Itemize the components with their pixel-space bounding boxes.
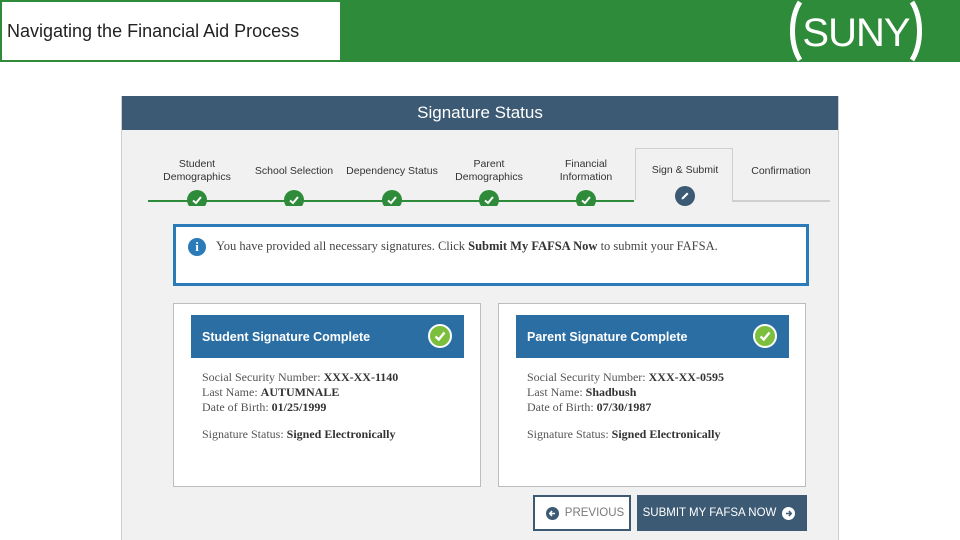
step-sign-submit[interactable]: Sign & Submit [635, 148, 733, 206]
info-icon: i [188, 238, 206, 256]
step-label: Confirmation [751, 165, 811, 177]
student-signature-heading: Student Signature Complete [202, 329, 371, 344]
slide-title-box: Navigating the Financial Aid Process [2, 2, 340, 60]
step-student-demographics[interactable]: Student Demographics [148, 152, 246, 210]
parent-signature-card: Parent Signature Complete Social Securit… [498, 303, 806, 487]
check-circle-icon [753, 324, 777, 348]
step-school-selection[interactable]: School Selection [245, 152, 343, 210]
step-label: School Selection [254, 165, 334, 177]
slide-title: Navigating the Financial Aid Process [7, 20, 300, 41]
previous-button[interactable]: PREVIOUS [533, 495, 631, 531]
step-financial-information[interactable]: Financial Information [537, 152, 635, 210]
student-signature-header: Student Signature Complete [191, 315, 464, 358]
step-dependency-status[interactable]: Dependency Status [343, 152, 441, 210]
parent-signature-header: Parent Signature Complete [516, 315, 789, 358]
check-circle-icon [428, 324, 452, 348]
student-signature-card: Student Signature Complete Social Securi… [173, 303, 481, 487]
fafsa-screenshot: Signature Status Student Demographics Sch… [121, 96, 839, 540]
student-signature-details: Social Security Number: XXX-XX-1140 Last… [202, 370, 399, 441]
step-confirmation[interactable]: Confirmation [732, 152, 830, 208]
progress-steps: Student Demographics School Selection Dep… [148, 148, 830, 210]
arrow-left-icon [545, 506, 559, 520]
previous-button-label: PREVIOUS [564, 507, 625, 519]
screen-title: Signature Status [417, 103, 543, 122]
submit-fafsa-button[interactable]: SUBMIT MY FAFSA NOW [637, 495, 807, 531]
step-label: Financial Information [559, 158, 613, 183]
parent-signature-heading: Parent Signature Complete [527, 329, 688, 344]
arrow-right-icon [782, 506, 796, 520]
step-parent-demographics[interactable]: Parent Demographics [440, 152, 538, 210]
info-alert: i You have provided all necessary signat… [173, 224, 809, 286]
parent-signature-details: Social Security Number: XXX-XX-0595 Last… [527, 370, 724, 441]
suny-logo-text: SUNY [802, 11, 909, 55]
pencil-icon [675, 186, 695, 206]
screen-title-bar: Signature Status [122, 96, 838, 130]
content-panel: i You have provided all necessary signat… [152, 206, 830, 540]
suny-logo: SUNY [790, 0, 922, 62]
step-label: Sign & Submit [651, 164, 719, 176]
step-label: Parent Demographics [455, 158, 523, 183]
step-label: Dependency Status [346, 165, 438, 177]
step-label: Student Demographics [163, 158, 231, 183]
submit-button-label: SUBMIT MY FAFSA NOW [642, 507, 777, 519]
slide-header: Navigating the Financial Aid Process SUN… [0, 0, 960, 62]
info-message: You have provided all necessary signatur… [216, 239, 718, 253]
